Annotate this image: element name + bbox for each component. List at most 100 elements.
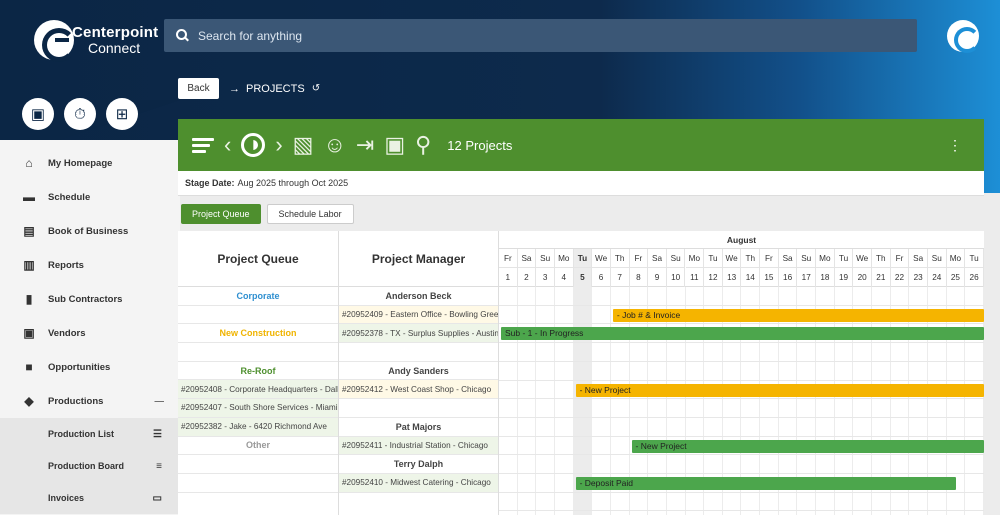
gantt-bar[interactable]: - New Project [631, 439, 984, 453]
day-name: We [722, 249, 741, 268]
table-row[interactable]: #20952411 - Industrial Station - Chicago [339, 436, 498, 456]
search-icon [176, 28, 190, 43]
stage-date-bar: Stage Date: Aug 2025 through Oct 2025 [178, 171, 984, 196]
day-name: Sa [517, 249, 536, 268]
day-number: 4 [561, 273, 567, 282]
sidebar-item-opportunities[interactable]: ■ Opportunities [0, 350, 178, 384]
table-row[interactable]: #20952407 - South Shore Services - Miami [178, 399, 338, 418]
sidebar-subitem-label: Production List [48, 429, 114, 439]
day-name: Tu [704, 249, 722, 268]
schedule-labor-button[interactable]: Schedule Labor [266, 204, 354, 224]
collapse-icon[interactable]: — [155, 396, 165, 407]
gantt-area: August Fr 1 Sa 2 Su 3 Mo 4 Tu 5 We 6 Th 7 Fr 8 Sa 9 Su 10 Mo… [499, 231, 984, 515]
day-cell: Su 10 [666, 249, 686, 287]
people-icon[interactable]: ☺ [323, 132, 345, 158]
table-row[interactable]: #20952410 - Midwest Catering - Chicago [339, 473, 498, 493]
group-row[interactable]: Andy Sanders [339, 362, 498, 381]
day-number: 8 [636, 273, 641, 282]
grid-line [572, 287, 574, 515]
calendar-icon[interactable]: ▣ [22, 98, 54, 130]
briefcase-icon[interactable]: ▣ [384, 132, 405, 158]
day-name: Su [666, 249, 685, 268]
group-row[interactable]: Anderson Beck [339, 287, 498, 306]
sidebar-subitem-production-board[interactable]: Production Board ≡ [0, 450, 178, 482]
global-search[interactable] [164, 19, 917, 52]
breadcrumb-current: PROJECTS [246, 82, 305, 95]
sidebar-item-label: Sub Contractors [48, 293, 123, 305]
gantt-bar[interactable]: - New Project [575, 383, 984, 397]
group-row[interactable]: Other [178, 437, 338, 456]
day-number: 5 [580, 273, 585, 282]
group-row[interactable]: Re-Roof [178, 362, 338, 381]
day-cell: Fr 15 [760, 249, 779, 287]
schedule-grid: Project Queue Corporate New Construction R… [178, 231, 984, 515]
grid-line [499, 398, 984, 400]
day-name: Sa [909, 249, 927, 268]
table-row [339, 399, 498, 418]
table-row [178, 343, 338, 362]
day-cell: Th 7 [610, 249, 630, 287]
group-row[interactable]: New Construction [178, 324, 338, 344]
home-icon: ⌂ [25, 156, 33, 170]
timer-icon[interactable]: ⏱ [64, 98, 96, 130]
sidebar-item-reports[interactable]: ▥ Reports [0, 248, 178, 282]
app-switcher-logo[interactable] [947, 20, 980, 53]
sidebar-item-book-of-business[interactable]: ▤ Book of Business [0, 214, 178, 248]
sidebar-subitem-invoices[interactable]: Invoices ▭ [0, 482, 178, 514]
back-button[interactable]: Back [178, 78, 219, 99]
table-row[interactable]: #20952382 - Jake - 6420 Richmond Ave [178, 417, 338, 437]
view-buttons: Project Queue Schedule Labor [181, 204, 354, 224]
day-name: Th [872, 249, 890, 268]
grid-line [499, 473, 984, 474]
table-row[interactable]: #20952408 - Corporate Headquarters - Dal… [178, 380, 338, 400]
brand-logo[interactable]: Centerpoint Connect [34, 20, 158, 62]
gantt-bar[interactable]: Sub - 1 - In Progress [501, 327, 984, 341]
magnify-icon[interactable]: ⚲ [415, 132, 431, 158]
menu-icon[interactable] [192, 138, 214, 153]
search-input[interactable] [198, 28, 798, 43]
sidebar-item-vendors[interactable]: ▣ Vendors [0, 316, 178, 350]
day-cell: We 20 [853, 249, 872, 287]
chevron-left-icon[interactable]: ‹ [224, 132, 231, 158]
day-number: 14 [745, 273, 755, 282]
table-row[interactable]: #20952412 - West Coast Shop - Chicago [339, 380, 498, 400]
gantt-bar[interactable]: - Deposit Paid [575, 477, 956, 490]
brand-subname: Connect [88, 40, 141, 56]
grid-line [499, 323, 984, 325]
table-row[interactable]: #20952409 - Eastern Office - Bowling Gre… [339, 305, 498, 325]
days-header: Fr 1 Sa 2 Su 3 Mo 4 Tu 5 We 6 Th 7 Fr 8 Sa 9 Su 10 Mo 11 Tu 12 W… [499, 249, 984, 287]
sidebar-item-schedule[interactable]: ▬ Schedule [0, 180, 178, 214]
more-vert-icon[interactable]: ⋮ [948, 137, 962, 154]
sidebar-item-label: Opportunities [48, 361, 111, 373]
sidebar-item-my-homepage[interactable]: ⌂ My Homepage [0, 146, 178, 180]
clock-icon[interactable] [241, 133, 266, 157]
list-icon: ☰ [153, 428, 162, 440]
day-number: 6 [598, 273, 604, 282]
table-row [178, 455, 338, 474]
group-row[interactable]: Corporate [178, 287, 338, 306]
group-row[interactable]: Pat Majors [339, 418, 498, 437]
sidebar-item-sub-contractors[interactable]: ▮ Sub Contractors [0, 282, 178, 316]
day-number: 25 [950, 273, 960, 282]
project-count: 12 Projects [447, 137, 513, 153]
project-queue-column: Project Queue Corporate New Construction R… [178, 231, 339, 515]
productions-submenu: Production List ☰ Production Board ≡ Invoice… [0, 418, 178, 514]
gantt-bar[interactable]: - Job # & Invoice [612, 308, 984, 322]
sidebar-subitem-production-list[interactable]: Production List ☰ [0, 418, 178, 450]
vendors-icon: ▣ [23, 326, 35, 340]
arrow-right-icon: → [229, 82, 240, 95]
group-row[interactable]: Terry Dalph [339, 455, 498, 474]
quick-actions: ▣ ⏱ ⊞ [22, 98, 138, 130]
day-cell: Su 17 [797, 249, 817, 287]
chevron-right-icon[interactable]: › [275, 132, 282, 158]
history-icon[interactable]: ↺ [312, 83, 320, 94]
project-queue-button[interactable]: Project Queue [181, 204, 261, 224]
table-row [178, 474, 338, 493]
sidebar-item-productions[interactable]: ◆ Productions — [0, 384, 178, 418]
login-icon[interactable]: ⇥ [356, 132, 374, 158]
table-row[interactable]: #20952378 - TX - Surplus Supplies - Aust… [339, 324, 498, 344]
add-item-icon[interactable]: ⊞ [106, 98, 138, 130]
day-cell: Mo 18 [816, 249, 835, 287]
swatches-icon[interactable]: ▧ [293, 132, 314, 158]
reports-icon: ▥ [23, 258, 35, 272]
